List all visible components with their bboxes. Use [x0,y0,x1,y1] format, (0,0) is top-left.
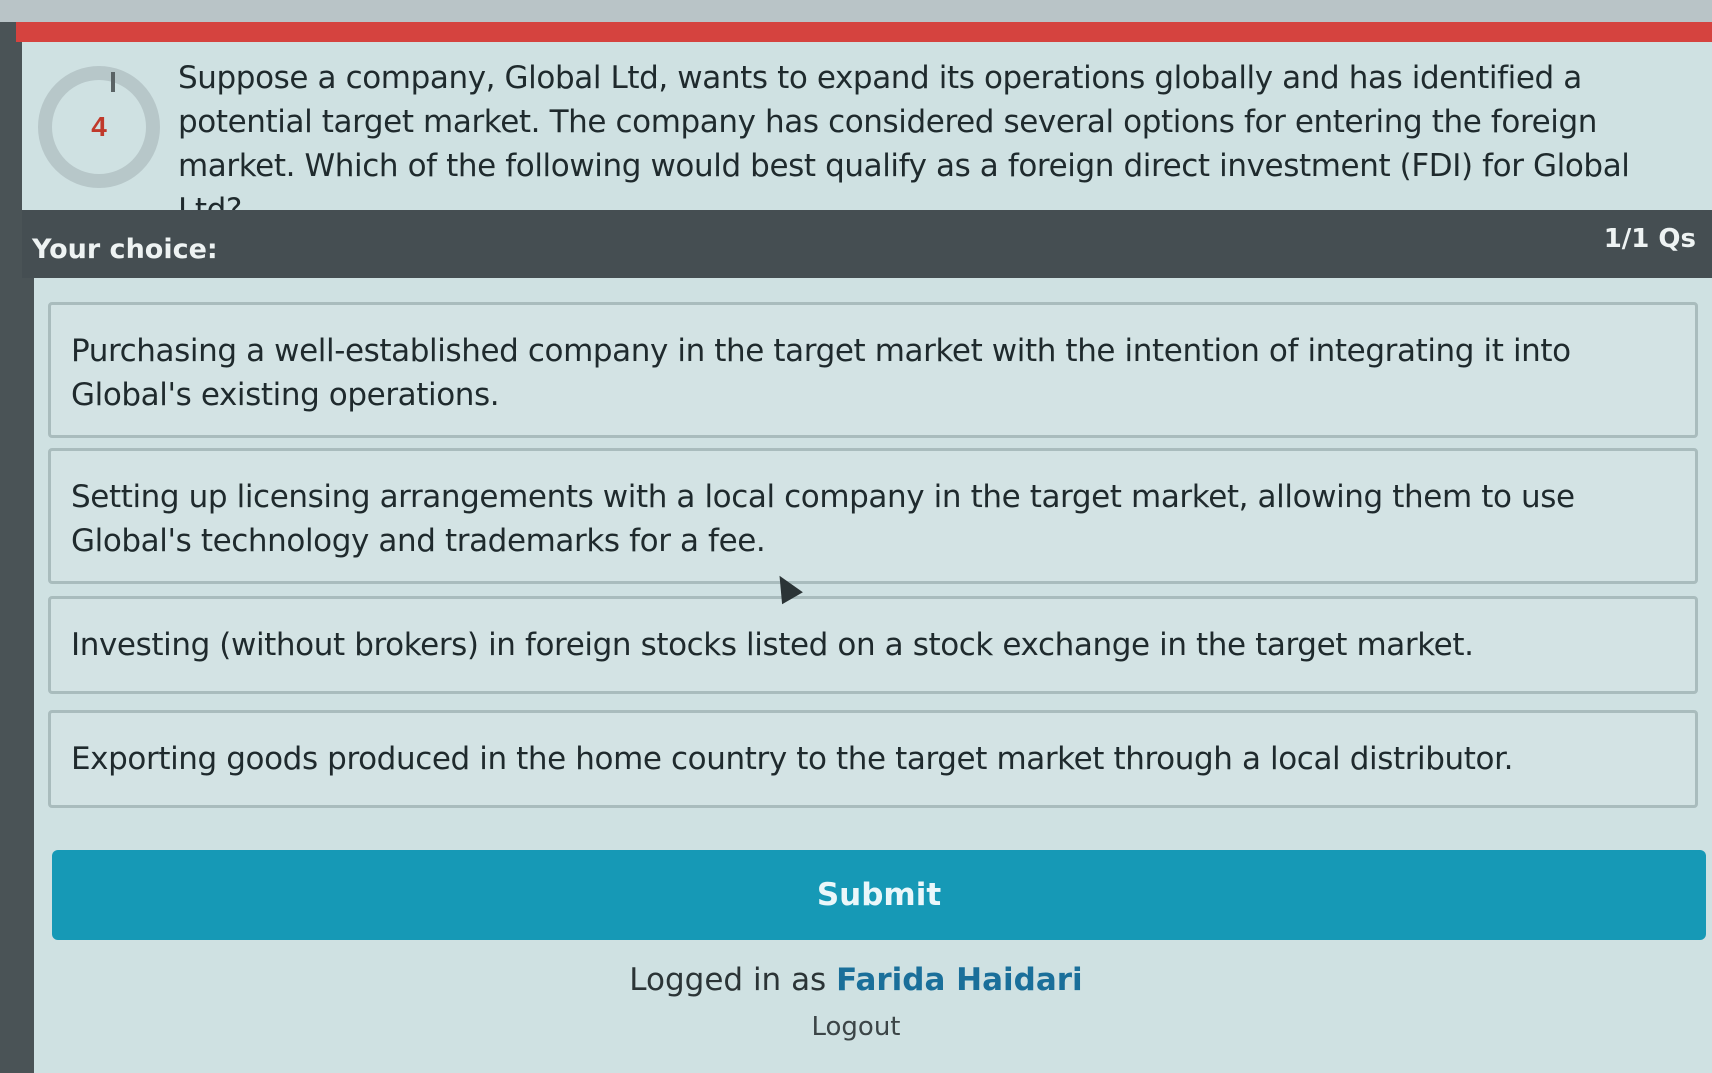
question-counter: 1/1 Qs [1603,224,1696,254]
question-text: Suppose a company, Global Ltd, wants to … [178,60,1630,228]
option-2[interactable]: Setting up licensing arrangements with a… [48,448,1698,584]
option-3[interactable]: Investing (without brokers) in foreign s… [48,596,1698,694]
your-choice-label: Your choice: [32,234,218,265]
timer-value: 4 [91,111,107,142]
timer-ring: 4 [38,66,160,188]
logged-in-prefix: Logged in as [629,962,827,998]
user-name-link[interactable]: Farida Haidari [836,962,1083,998]
logout-link[interactable]: Logout [0,1012,1712,1042]
submit-button[interactable]: Submit [52,850,1706,940]
option-4[interactable]: Exporting goods produced in the home cou… [48,710,1698,808]
logged-in-line: Logged in as Farida Haidari [0,962,1712,998]
choice-header: Your choice: 1/1 Qs [22,210,1712,278]
top-strip [0,0,1712,22]
header-red-bar [16,22,1712,42]
timer-tick-icon [111,72,115,92]
option-1[interactable]: Purchasing a well-established company in… [48,302,1698,438]
